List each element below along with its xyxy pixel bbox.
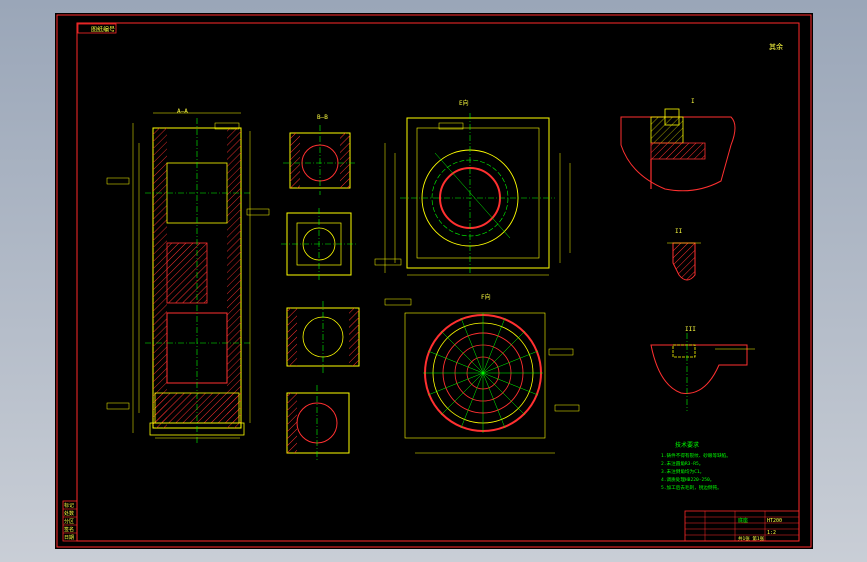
strip-label-4: 日期 [64, 535, 74, 541]
tech-requirements: 技术要求 1.铸件不得有裂纹、砂眼等缺陷。 2.未注圆角R3-R5。 3.未注倒… [661, 441, 731, 491]
sheet-count: 共1张 第1张 [738, 535, 765, 542]
title-tag: 图纸编号 [77, 23, 117, 34]
detail-I-label: I [691, 98, 695, 105]
left-revision-strip: 标记 处数 分区 签名 日期 [62, 500, 78, 542]
material: HT200 [767, 518, 782, 524]
strip-label-0: 标记 [64, 502, 74, 509]
tech-line-4: 4.调质处理HB220-250。 [661, 476, 714, 483]
detail-III[interactable]: III [650, 326, 755, 411]
section-A-A[interactable]: A—A [106, 108, 270, 443]
view-E-label: E向 [459, 99, 469, 107]
tech-heading: 技术要求 [675, 441, 699, 449]
drawing-sheet[interactable]: 图纸编号 其余 标记 处数 分区 签名 日期 A—A B—B E向 F向 I I… [55, 13, 813, 549]
title-tag-text: 图纸编号 [91, 26, 115, 34]
section-B-B-label: B—B [317, 114, 328, 121]
view-F[interactable]: F向 [384, 293, 580, 454]
cad-viewport: 图纸编号 其余 标记 处数 分区 签名 日期 A—A B—B E向 F向 I I… [0, 0, 867, 562]
part-name: 底座 [738, 517, 748, 524]
detail-III-label: III [685, 326, 696, 333]
section-B-B[interactable]: B—B [281, 114, 357, 281]
view-F-label: F向 [481, 293, 491, 301]
tech-line-2: 2.未注圆角R3-R5。 [661, 460, 703, 467]
strip-label-2: 分区 [64, 518, 74, 525]
section-A-A-label: A—A [177, 108, 188, 115]
tech-line-3: 3.未注倒角均为C1。 [661, 468, 704, 475]
title-block[interactable]: 底座 HT200 1:2 共1张 第1张 [684, 510, 800, 542]
view-E[interactable]: E向 [374, 99, 571, 276]
aux-view-2[interactable] [286, 385, 350, 461]
scale: 1:2 [767, 530, 776, 536]
roughness-note: 其余 [769, 42, 783, 51]
aux-view-1[interactable] [286, 301, 360, 373]
strip-label-1: 处数 [64, 510, 74, 517]
detail-II-label: II [675, 228, 683, 235]
detail-II[interactable]: II [667, 228, 701, 281]
detail-I[interactable]: I [620, 98, 736, 192]
drawing-canvas[interactable]: 图纸编号 其余 标记 处数 分区 签名 日期 A—A B—B E向 F向 I I… [55, 13, 813, 549]
tech-line-1: 1.铸件不得有裂纹、砂眼等缺陷。 [661, 452, 731, 459]
tech-line-5: 5.加工后去毛刺，锐边倒钝。 [661, 484, 722, 491]
strip-label-3: 签名 [64, 526, 74, 533]
